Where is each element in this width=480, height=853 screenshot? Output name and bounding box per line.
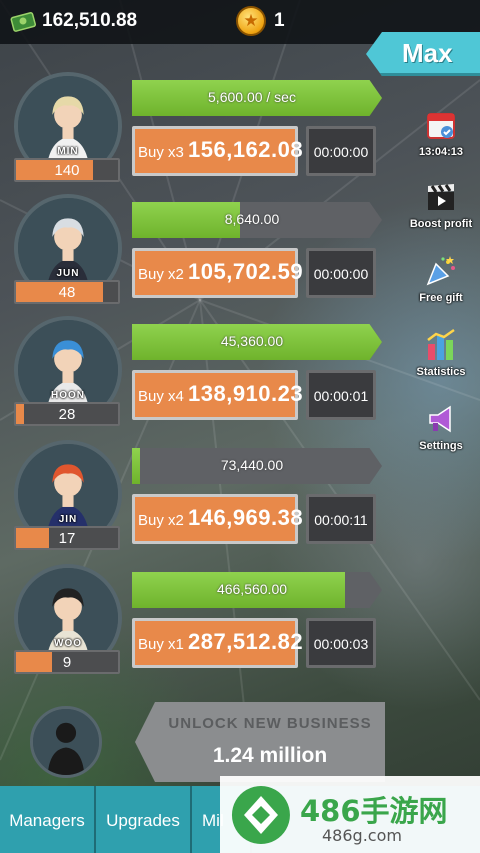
bar-chart-icon — [427, 328, 455, 360]
unlock-business-button[interactable] — [135, 702, 385, 782]
buy-price: 156,162.08 — [188, 137, 304, 162]
cycle-timer: 00:00:01 — [306, 370, 376, 420]
buy-price: 287,512.82 — [188, 629, 304, 654]
income-progress-bar: 5,600.00 / sec — [132, 80, 382, 116]
level-bar: 48 — [14, 280, 120, 304]
cycle-timer-value: 00:00:00 — [313, 266, 369, 282]
boost-profit-button[interactable]: Boost profit — [406, 180, 476, 230]
manager-name: HOON — [51, 390, 85, 401]
business-level: 140 — [54, 162, 80, 179]
unlock-cost: 1.24 million — [212, 744, 328, 767]
income-amount: 45,360.00 — [220, 333, 284, 349]
coin-count: 1 — [274, 10, 285, 31]
manager-name: WOO — [54, 638, 82, 649]
business-row: JIN 17 73,440.00 Buy x2 146,969.38 00:00… — [0, 440, 390, 564]
buy-multiplier: Buy x3 — [138, 144, 184, 161]
cycle-timer: 00:00:03 — [306, 618, 376, 668]
level-bar: 140 — [14, 158, 120, 182]
daily-timer-button[interactable]: 13:04:13 — [406, 108, 476, 158]
free-gift-label: Free gift — [419, 292, 463, 304]
daily-timer-label: 13:04:13 — [418, 146, 464, 158]
cycle-timer-value: 00:00:03 — [313, 636, 369, 652]
cash-icon — [10, 12, 36, 32]
business-row: JUN 48 8,640.00 Buy x2 105,702.59 00:00:… — [0, 194, 390, 318]
level-bar: 28 — [14, 402, 120, 426]
buy-price: 146,969.38 — [188, 505, 304, 530]
income-progress-bar: 73,440.00 — [132, 448, 382, 484]
gold-coin-icon: ★ — [236, 6, 266, 36]
business-row: WOO 9 466,560.00 Buy x1 287,512.82 00:00… — [0, 564, 390, 688]
buy-price: 138,910.23 — [188, 381, 304, 406]
cycle-timer: 00:00:11 — [306, 494, 376, 544]
megaphone-icon — [429, 405, 451, 433]
cycle-timer-value: 00:00:01 — [313, 388, 369, 404]
business-level: 48 — [58, 284, 76, 301]
business-level: 17 — [58, 530, 76, 547]
unlock-title: UNLOCK NEW BUSINESS — [168, 715, 372, 732]
buy-button[interactable]: Buy x1 287,512.82 — [132, 618, 303, 668]
settings-button[interactable]: Settings — [406, 402, 476, 452]
locked-business-avatar — [30, 706, 102, 778]
calendar-icon — [427, 113, 455, 139]
income-progress-bar: 8,640.00 — [132, 202, 382, 238]
income-amount: 5,600.00 / sec — [208, 89, 296, 105]
business-row: MIN 140 5,600.00 / sec Buy x3 156,162.08… — [0, 72, 390, 196]
tab-upgrades-label: Upgrades — [106, 811, 180, 830]
cycle-timer-value: 00:00:00 — [313, 144, 369, 160]
cycle-timer: 00:00:00 — [306, 126, 376, 176]
max-label: Max — [402, 38, 453, 68]
buy-button[interactable]: Buy x2 105,702.59 — [132, 248, 303, 298]
buy-multiplier: Buy x2 — [138, 512, 184, 529]
income-amount: 73,440.00 — [220, 457, 284, 473]
tab-upgrades[interactable]: Upgrades — [96, 786, 192, 853]
level-bar: 9 — [14, 650, 120, 674]
free-gift-button[interactable]: Free gift — [406, 254, 476, 304]
buy-button[interactable]: Buy x2 146,969.38 — [132, 494, 303, 544]
buy-multiplier: Buy x2 — [138, 266, 184, 283]
income-amount: 8,640.00 — [224, 211, 280, 227]
party-popper-icon — [426, 256, 455, 286]
tab-managers-label: Managers — [9, 811, 85, 830]
buy-multiplier: Buy x1 — [138, 636, 184, 653]
buy-price: 105,702.59 — [188, 259, 304, 284]
cycle-timer: 00:00:00 — [306, 248, 376, 298]
buy-multiplier: Buy x4 — [138, 388, 184, 405]
max-buy-toggle[interactable]: Max — [366, 32, 480, 76]
watermark-logo-icon — [231, 786, 290, 844]
business-row: HOON 28 45,360.00 Buy x4 138,910.23 00:0… — [0, 316, 390, 440]
watermark-text: 486手游网 — [300, 794, 448, 828]
buy-button[interactable]: Buy x3 156,162.08 — [132, 126, 303, 176]
buy-button[interactable]: Buy x4 138,910.23 — [132, 370, 303, 420]
income-progress-bar: 466,560.00 — [132, 572, 382, 608]
business-level: 28 — [58, 406, 76, 423]
statistics-button[interactable]: Statistics — [406, 328, 476, 378]
settings-label: Settings — [419, 440, 463, 452]
statistics-label: Statistics — [416, 366, 466, 378]
business-level: 9 — [62, 654, 72, 671]
watermark-url: 486g.com — [322, 826, 402, 845]
income-amount: 466,560.00 — [216, 581, 288, 597]
level-bar: 17 — [14, 526, 120, 550]
manager-name: MIN — [57, 146, 79, 157]
manager-name: JIN — [58, 514, 78, 525]
boost-profit-label: Boost profit — [409, 218, 473, 230]
cycle-timer-value: 00:00:11 — [314, 512, 368, 528]
cash-balance: 162,510.88 — [42, 10, 138, 31]
income-progress-bar: 45,360.00 — [132, 324, 382, 360]
clapperboard-icon — [428, 184, 454, 210]
tab-managers[interactable]: Managers — [0, 786, 96, 853]
manager-name: JUN — [56, 268, 80, 279]
